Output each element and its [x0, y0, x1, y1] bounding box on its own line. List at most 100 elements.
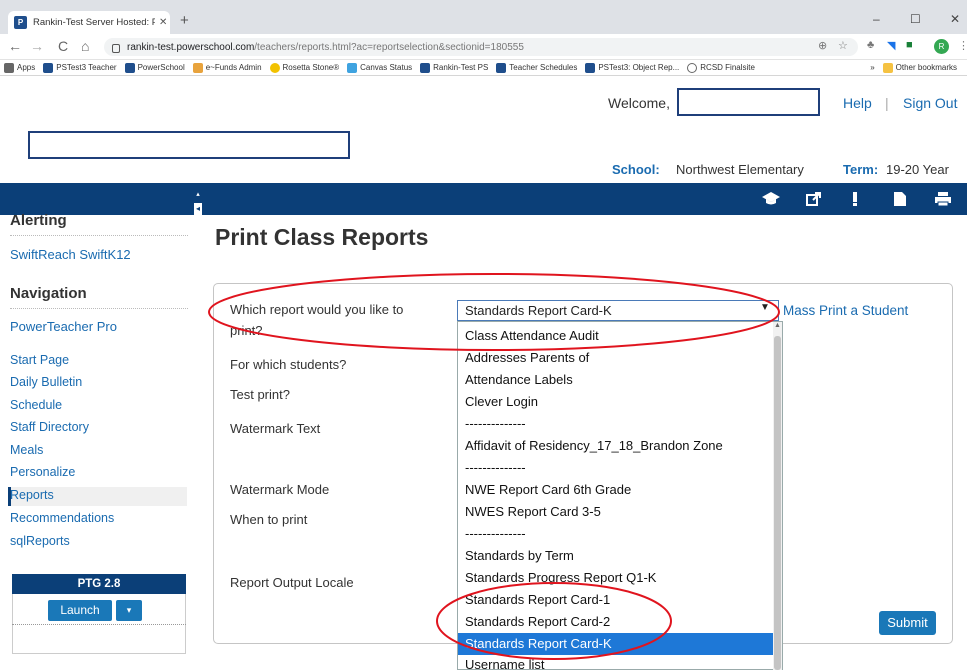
- close-window-button[interactable]: ✕: [950, 12, 960, 26]
- bookmark-label: Teacher Schedules: [509, 63, 578, 72]
- browser-tab[interactable]: P Rankin-Test Server Hosted: Print ✕: [8, 11, 170, 34]
- bookmark-rcsd-finalsite[interactable]: RCSD Finalsite: [687, 62, 755, 73]
- document-icon[interactable]: [893, 191, 907, 211]
- powerschool-icon: [43, 62, 54, 73]
- extension-icon[interactable]: ♣: [867, 39, 874, 51]
- school-value: Northwest Elementary: [676, 162, 804, 177]
- folder-icon: [882, 62, 893, 73]
- dropdown-option[interactable]: NWE Report Card 6th Grade: [458, 479, 774, 501]
- report-select[interactable]: Standards Report Card-K: [457, 300, 779, 321]
- bookmark-efunds[interactable]: e~Funds Admin: [192, 62, 262, 73]
- term-label: Term:: [843, 162, 879, 177]
- bookmark-apps[interactable]: Apps: [4, 62, 36, 73]
- tab-bar: P Rankin-Test Server Hosted: Print ✕ + –…: [0, 9, 967, 34]
- bookmark-rosetta[interactable]: Rosetta Stone®: [269, 62, 339, 73]
- minimize-button[interactable]: –: [873, 12, 880, 26]
- menu-kebab-icon[interactable]: ⋮: [958, 39, 967, 52]
- sidebar-item-meals[interactable]: Meals: [10, 443, 43, 457]
- dropdown-option[interactable]: NWES Report Card 3-5: [458, 501, 774, 523]
- dropdown-separator: --------------: [465, 416, 526, 431]
- bookmark-powerschool[interactable]: PowerSchool: [124, 62, 185, 73]
- dropdown-option-selected[interactable]: Standards Report Card-K: [458, 633, 774, 655]
- tab-close-icon[interactable]: ✕: [159, 17, 167, 28]
- powerschool-icon: [124, 62, 135, 73]
- dropdown-option[interactable]: Attendance Labels: [458, 369, 774, 391]
- dropdown-option[interactable]: Class Attendance Audit: [458, 325, 774, 347]
- dropdown-option[interactable]: Standards Progress Report Q1-K: [458, 567, 774, 589]
- printer-icon[interactable]: [934, 191, 952, 211]
- sidebar-item-schedule[interactable]: Schedule: [10, 398, 62, 412]
- extension-flag-icon[interactable]: ◥: [887, 39, 895, 52]
- star-icon[interactable]: ☆: [838, 39, 848, 52]
- zoom-icon[interactable]: ⊕: [818, 39, 827, 52]
- navigation-heading: Navigation: [10, 285, 87, 302]
- dropdown-option[interactable]: Standards by Term: [458, 545, 774, 567]
- reload-button[interactable]: C: [58, 38, 68, 54]
- sidebar-collapse-arrow-icon[interactable]: ◂: [194, 203, 202, 215]
- scroll-up-icon[interactable]: ▲: [774, 322, 781, 329]
- sidebar-item-reports[interactable]: Reports: [10, 488, 54, 502]
- bookmark-label: PSTest3: Object Rep...: [598, 63, 680, 72]
- help-link[interactable]: Help: [843, 95, 872, 111]
- other-bookmarks[interactable]: » Other bookmarks: [870, 62, 957, 73]
- bookmark-canvas[interactable]: Canvas Status: [347, 62, 413, 73]
- bookmark-teacher-schedules[interactable]: Teacher Schedules: [496, 62, 578, 73]
- mass-print-student-link[interactable]: Mass Print a Student: [783, 303, 908, 318]
- bookmarks-more-icon[interactable]: »: [870, 63, 874, 72]
- dropdown-option[interactable]: Username list: [458, 654, 774, 669]
- titlebar-strip: [0, 0, 967, 9]
- dropdown-option[interactable]: Affidavit of Residency_17_18_Brandon Zon…: [458, 435, 774, 457]
- dropdown-option[interactable]: Clever Login: [458, 391, 774, 413]
- launch-dropdown-button[interactable]: ▾: [116, 600, 142, 621]
- bookmark-pstest3-object[interactable]: PSTest3: Object Rep...: [585, 62, 680, 73]
- address-bar[interactable]: rankin-test.powerschool.com /teachers/re…: [104, 38, 858, 56]
- maximize-button[interactable]: ☐: [910, 12, 921, 26]
- dropdown-scrollbar-thumb[interactable]: [774, 336, 781, 670]
- external-link-icon[interactable]: [806, 191, 822, 211]
- url-host: rankin-test.powerschool.com: [127, 41, 255, 53]
- sign-out-link[interactable]: Sign Out: [903, 95, 957, 111]
- bookmark-label: Apps: [17, 63, 36, 72]
- sidebar-item-recommendations[interactable]: Recommendations: [10, 511, 114, 525]
- page-title: Print Class Reports: [215, 224, 429, 250]
- graduation-cap-icon[interactable]: [761, 191, 781, 211]
- tab-title: Rankin-Test Server Hosted: Print: [33, 17, 155, 28]
- forward-button[interactable]: →: [30, 38, 44, 54]
- school-label: School:: [612, 162, 660, 177]
- sidebar-item-staff-directory[interactable]: Staff Directory: [10, 420, 89, 434]
- report-dropdown-list: Class Attendance Audit Addresses Parents…: [457, 321, 783, 670]
- bookmark-label: Canvas Status: [360, 63, 413, 72]
- submit-button[interactable]: Submit: [879, 611, 936, 635]
- page-header: Welcome, Help | Sign Out School: Northwe…: [0, 77, 967, 182]
- dropdown-option[interactable]: Addresses Parents of: [458, 347, 774, 369]
- bookmark-pstest3-teacher[interactable]: PSTest3 Teacher: [43, 62, 117, 73]
- bookmark-label: e~Funds Admin: [205, 63, 262, 72]
- powerschool-icon: [585, 62, 596, 73]
- home-button[interactable]: ⌂: [81, 38, 89, 54]
- lock-icon: [112, 43, 120, 53]
- powerteacher-pro-link[interactable]: PowerTeacher Pro: [10, 319, 117, 334]
- sidebar-item-daily-bulletin[interactable]: Daily Bulletin: [10, 375, 82, 389]
- sidebar-item-personalize[interactable]: Personalize: [10, 465, 75, 479]
- new-tab-button[interactable]: +: [180, 12, 189, 29]
- watermark-text-label: Watermark Text: [230, 421, 321, 436]
- dropdown-option[interactable]: Standards Report Card-2: [458, 611, 774, 633]
- term-value: 19-20 Year: [886, 162, 949, 177]
- back-button[interactable]: ←: [8, 38, 22, 54]
- redacted-logo-box: [28, 131, 350, 159]
- select-arrow-icon[interactable]: ▼: [760, 302, 770, 313]
- dropdown-option[interactable]: Standards Report Card-1: [458, 589, 774, 611]
- bookmark-rankin-test[interactable]: Rankin-Test PS: [420, 62, 489, 73]
- which-report-label: Which report would you like to: [230, 302, 404, 317]
- profile-avatar[interactable]: R: [934, 39, 949, 54]
- bookmark-label: Rankin-Test PS: [433, 63, 489, 72]
- dropdown-separator: --------------: [465, 460, 526, 475]
- sidebar-item-start-page[interactable]: Start Page: [10, 353, 69, 367]
- extension-box-icon[interactable]: ■: [906, 39, 913, 51]
- browser-toolbar: ← → C ⌂ rankin-test.powerschool.com /tea…: [0, 34, 967, 60]
- test-print-label: Test print?: [230, 387, 290, 402]
- sidebar-item-sqlreports[interactable]: sqlReports: [10, 534, 70, 548]
- swiftreach-link[interactable]: SwiftReach SwiftK12: [10, 247, 131, 262]
- alert-icon[interactable]: [852, 191, 858, 211]
- launch-button[interactable]: Launch: [48, 600, 112, 621]
